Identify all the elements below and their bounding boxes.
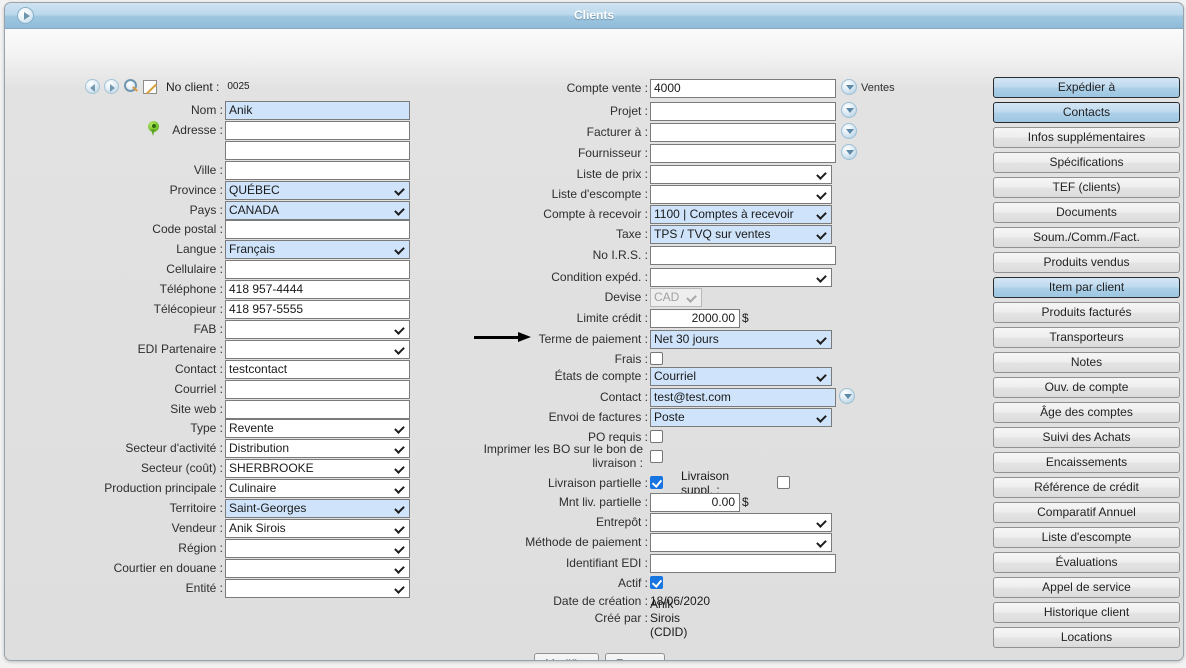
side-button-comparatif-annuel[interactable]: Comparatif Annuel (993, 502, 1180, 523)
label-cree-par: Créé par : (594, 611, 648, 625)
value-cree-par: Anik Sirois (CDID) (650, 597, 688, 639)
side-button-transporteurs[interactable]: Transporteurs (993, 327, 1180, 348)
fournisseur-dropdown-icon[interactable] (841, 144, 857, 160)
side-button-exp-dier[interactable]: Expédier à (993, 77, 1180, 98)
side-button-suivi-des-achats[interactable]: Suivi des Achats (993, 427, 1180, 448)
side-button-locations[interactable]: Locations (993, 627, 1180, 648)
label-identifiant-edi: Identifiant EDI : (565, 556, 648, 570)
checkbox-frais[interactable] (650, 352, 663, 365)
contact-dropdown-icon[interactable] (839, 388, 855, 404)
side-button-liste-d-escompte[interactable]: Liste d'escompte (993, 527, 1180, 548)
input-facturer-a[interactable] (650, 122, 836, 142)
label-liste-descompte: Liste d'escompte : (551, 187, 648, 201)
side-button-produits-vendus[interactable]: Produits vendus (993, 252, 1180, 273)
mnt-liv-partielle-currency: $ (742, 495, 749, 509)
label-frais: Frais : (614, 352, 648, 366)
select-terme-de-paiement[interactable]: Net 30 jours (650, 329, 832, 349)
compte-vente-dropdown-icon[interactable] (841, 79, 857, 95)
side-button-ge-des-comptes[interactable]: Âge des comptes (993, 402, 1180, 423)
label-entrepot: Entrepôt : (595, 515, 648, 529)
input-compte-vente[interactable]: 4000 (650, 78, 836, 98)
projet-dropdown-icon[interactable] (841, 102, 857, 118)
label-date-de-creation: Date de création : (553, 594, 648, 608)
side-button-produits-factur-s[interactable]: Produits facturés (993, 302, 1180, 323)
select-taxe[interactable]: TPS / TVQ sur ventes (650, 224, 832, 244)
checkbox-livraison-partielle[interactable] (650, 476, 663, 489)
limite-credit-currency: $ (742, 311, 749, 325)
side-button-historique-client[interactable]: Historique client (993, 602, 1180, 623)
side-button-valuations[interactable]: Évaluations (993, 552, 1180, 573)
label-no-irs: No I.R.S. : (592, 248, 648, 262)
side-button-notes[interactable]: Notes (993, 352, 1180, 373)
bottom-button-bar: Modifier Fermer (534, 653, 666, 660)
input-contact-email[interactable]: test@test.com (650, 387, 836, 407)
window-title: Clients (573, 8, 614, 22)
modifier-button[interactable]: Modifier (534, 653, 599, 660)
checkbox-livraison-suppl[interactable] (777, 476, 790, 489)
label-compte-a-recevoir: Compte à recevoir : (543, 207, 648, 221)
checkbox-actif[interactable] (650, 576, 663, 589)
label-livraison-partielle: Livraison partielle : (547, 476, 648, 490)
checkbox-imprimer-bo[interactable] (650, 450, 663, 463)
label-imprimer-bo: Imprimer les BO sur le bon de livraison … (483, 442, 643, 470)
label-actif: Actif : (617, 576, 648, 590)
side-button-sp-cifications[interactable]: Spécifications (993, 152, 1180, 173)
fermer-button[interactable]: Fermer (604, 653, 666, 660)
select-devise[interactable]: CAD (650, 287, 702, 307)
label-compte-vente: Compte vente : (566, 81, 648, 95)
side-button-soum-comm-fact[interactable]: Soum./Comm./Fact. (993, 227, 1180, 248)
label-limite-credit: Limite crédit : (576, 311, 648, 325)
facturer-a-dropdown-icon[interactable] (841, 123, 857, 139)
side-button-item-par-client[interactable]: Item par client (993, 277, 1180, 298)
label-envoi-de-factures: Envoi de factures : (548, 410, 648, 424)
side-button-appel-de-service[interactable]: Appel de service (993, 577, 1180, 598)
select-liste-descompte[interactable] (650, 184, 832, 204)
label-terme-de-paiement: Terme de paiement : (538, 332, 648, 346)
select-condition-exped[interactable] (650, 267, 832, 287)
input-no-irs[interactable] (650, 245, 836, 265)
side-button-ouv-de-compte[interactable]: Ouv. de compte (993, 377, 1180, 398)
input-fournisseur[interactable] (650, 143, 836, 163)
window-titlebar: Clients (5, 3, 1183, 29)
annotation-arrow (474, 332, 534, 343)
side-button-r-f-rence-de-cr-dit[interactable]: Référence de crédit (993, 477, 1180, 498)
label-etats-de-compte: États de compte : (554, 369, 648, 383)
side-button-documents[interactable]: Documents (993, 202, 1180, 223)
clients-window: Clients No client : 0025 Nom : Anik Adress… (4, 2, 1184, 661)
label-devise: Devise : (604, 290, 648, 304)
screen: Clients No client : 0025 Nom : Anik Adress… (0, 0, 1186, 668)
side-button-encaissements[interactable]: Encaissements (993, 452, 1180, 473)
label-contact-email: Contact : (599, 390, 648, 404)
input-limite-credit[interactable]: 2000.00 (650, 308, 740, 328)
select-methode-de-paiement[interactable] (650, 532, 832, 552)
label-facturer-a: Facturer à : (586, 125, 648, 139)
label-methode-de-paiement: Méthode de paiement : (525, 535, 648, 549)
label-mnt-liv-partielle: Mnt liv. partielle : (558, 495, 648, 509)
label-fournisseur: Fournisseur : (577, 146, 648, 160)
input-identifiant-edi[interactable] (650, 553, 836, 573)
select-liste-de-prix[interactable] (650, 164, 832, 184)
select-envoi-de-factures[interactable]: Poste (650, 407, 832, 427)
label-liste-de-prix: Liste de prix : (576, 167, 648, 181)
select-compte-a-recevoir[interactable]: 1100 | Comptes à recevoir (650, 204, 832, 224)
label-taxe: Taxe : (615, 227, 648, 241)
label-ventes: Ventes (861, 82, 895, 94)
label-condition-exped: Condition expéd. : (551, 270, 648, 284)
input-projet[interactable] (650, 101, 836, 121)
input-mnt-liv-partielle[interactable]: 0.00 (650, 492, 740, 512)
window-body: No client : 0025 Nom : Anik Adresse : Ville… (5, 29, 1183, 660)
side-button-contacts[interactable]: Contacts (993, 102, 1180, 123)
label-projet: Projet : (609, 104, 648, 118)
checkbox-po-requis[interactable] (650, 430, 663, 443)
select-entrepot[interactable] (650, 512, 832, 532)
select-etats-de-compte[interactable]: Courriel (650, 366, 832, 386)
side-button-tef-clients[interactable]: TEF (clients) (993, 177, 1180, 198)
side-button-panel: Expédier à Contacts Infos supplémentaires S… (993, 77, 1180, 652)
side-button-infos-suppl-mentaires[interactable]: Infos supplémentaires (993, 127, 1180, 148)
